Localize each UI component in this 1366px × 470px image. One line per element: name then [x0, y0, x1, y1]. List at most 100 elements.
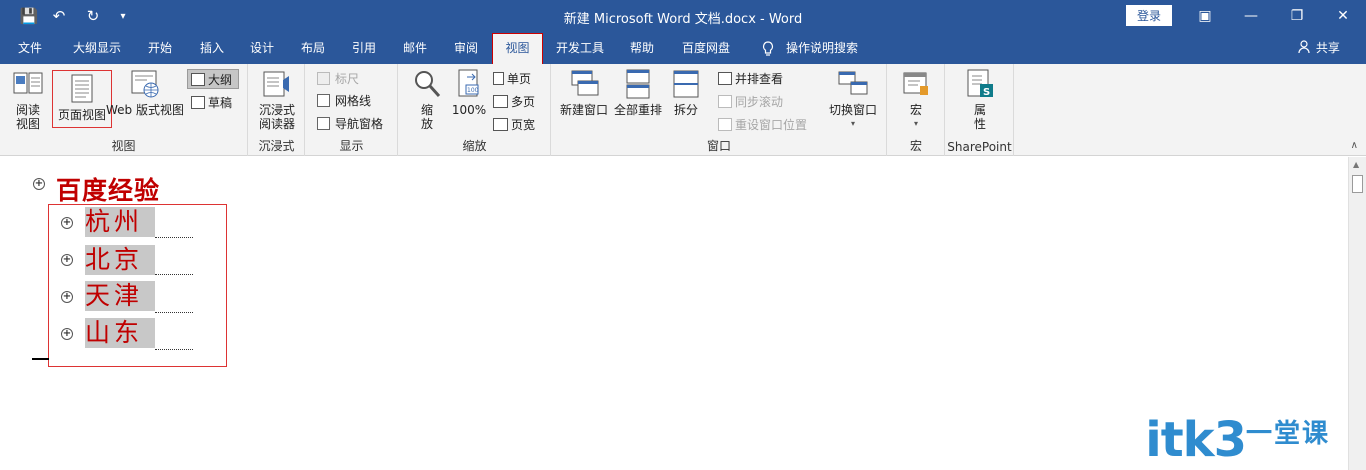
save-icon[interactable]: 💾 — [18, 6, 40, 26]
read-mode-button[interactable]: 阅读 视图 — [10, 68, 46, 131]
tab-mailings[interactable]: 邮件 — [393, 32, 437, 64]
multiple-pages-button[interactable]: 多页 — [493, 92, 535, 110]
properties-label-2: 性 — [973, 117, 986, 131]
sharepoint-properties-icon: S — [967, 69, 993, 98]
outline-label: 大纲 — [208, 72, 233, 87]
share-button[interactable]: 共享 — [1298, 32, 1340, 64]
split-button[interactable]: 拆分 — [668, 68, 704, 117]
switch-windows-button[interactable]: 切换窗口 ▾ — [822, 68, 884, 131]
ribbon: 阅读 视图 页面视图 Web 版式视图 大纲 草稿 视图 沉浸式 阅读器 沉浸式 — [0, 64, 1366, 156]
group-views: 阅读 视图 页面视图 Web 版式视图 大纲 草稿 视图 — [0, 64, 248, 156]
gridlines-label: 网格线 — [335, 93, 372, 108]
tab-review[interactable]: 审阅 — [444, 32, 488, 64]
collapsed-content-indicator — [155, 274, 193, 275]
collapsed-content-indicator — [155, 349, 193, 350]
undo-icon[interactable]: ↶ — [48, 6, 70, 26]
multiple-pages-label: 多页 — [511, 94, 536, 109]
view-side-by-side-button[interactable]: 并排查看 — [718, 69, 783, 87]
navigation-pane-check-icon — [317, 116, 330, 130]
close-icon[interactable]: ✕ — [1320, 0, 1366, 32]
expand-heading-icon[interactable]: + — [61, 217, 73, 229]
chevron-down-icon: ▾ — [913, 119, 918, 128]
side-by-side-icon — [718, 71, 732, 85]
reset-window-position-button[interactable]: 重设窗口位置 — [718, 115, 807, 133]
ruler-label: 标尺 — [335, 71, 360, 86]
reset-position-icon — [718, 117, 732, 131]
tab-help[interactable]: 帮助 — [620, 32, 664, 64]
properties-button[interactable]: S 属 性 — [962, 68, 998, 131]
expand-heading-icon[interactable]: + — [33, 178, 45, 190]
tab-references[interactable]: 引用 — [342, 32, 386, 64]
expand-heading-icon[interactable]: + — [61, 328, 73, 340]
tell-me-search[interactable]: 操作说明搜索 — [782, 32, 862, 64]
page-width-button[interactable]: 页宽 — [493, 115, 535, 133]
tab-baidu-netdisk[interactable]: 百度网盘 — [676, 32, 736, 64]
navigation-pane-checkbox[interactable]: 导航窗格 — [317, 114, 383, 132]
page-width-label: 页宽 — [511, 117, 536, 132]
web-layout-label: Web 版式视图 — [106, 103, 184, 117]
synchronous-scrolling-button[interactable]: 同步滚动 — [718, 92, 783, 110]
tab-outlining[interactable]: 大纲显示 — [64, 32, 130, 64]
end-of-document-marker — [32, 358, 49, 360]
print-layout-button[interactable]: 页面视图 — [52, 70, 112, 128]
minimize-icon[interactable]: — — [1228, 0, 1274, 32]
collapse-ribbon-icon[interactable]: ∧ — [1351, 140, 1358, 151]
draft-view-button[interactable]: 草稿 — [191, 93, 232, 111]
outline-heading-2[interactable]: 山东 — [85, 318, 155, 348]
vertical-scrollbar[interactable]: ▲ — [1348, 157, 1366, 470]
new-window-button[interactable]: 新建窗口 — [558, 68, 610, 117]
tab-home[interactable]: 开始 — [138, 32, 182, 64]
redo-icon[interactable]: ↻ — [82, 6, 104, 26]
reset-window-position-label: 重设窗口位置 — [735, 117, 808, 132]
draft-icon — [191, 95, 205, 109]
customize-qat-icon[interactable]: ▾ — [112, 6, 134, 26]
outline-view-button[interactable]: 大纲 — [187, 69, 239, 89]
navigation-pane-label: 导航窗格 — [335, 116, 384, 131]
title-bar: 💾 ↶ ↻ ▾ 新建 Microsoft Word 文档.docx - Word… — [0, 0, 1366, 32]
gridlines-checkbox[interactable]: 网格线 — [317, 91, 371, 109]
outline-heading-2[interactable]: 天津 — [85, 281, 155, 311]
ruler-checkbox[interactable]: 标尺 — [317, 69, 359, 87]
page-width-icon — [493, 117, 508, 131]
watermark-brand: itk3 — [1145, 412, 1247, 468]
tab-view[interactable]: 视图 — [492, 33, 543, 64]
web-layout-button[interactable]: Web 版式视图 — [104, 68, 186, 117]
person-icon — [1298, 32, 1312, 64]
immersive-reader-button[interactable]: 沉浸式 阅读器 — [255, 68, 299, 131]
lightbulb-icon[interactable] — [758, 32, 778, 64]
group-immersive: 沉浸式 阅读器 沉浸式 — [249, 64, 305, 156]
outline-heading-2[interactable]: 北京 — [85, 245, 155, 275]
new-window-icon — [571, 70, 599, 96]
tab-insert[interactable]: 插入 — [190, 32, 234, 64]
arrange-all-icon — [626, 69, 650, 99]
zoom-100-button[interactable]: 100 100% — [451, 68, 487, 117]
watermark-logo: itk3一堂课 — [1145, 412, 1330, 468]
tab-layout[interactable]: 布局 — [291, 32, 335, 64]
ribbon-display-options-icon[interactable]: ▣ — [1182, 0, 1228, 32]
macros-button[interactable]: 宏 ▾ — [898, 68, 934, 131]
outline-heading-1[interactable]: 百度经验 — [56, 171, 160, 207]
scroll-up-icon[interactable]: ▲ — [1353, 160, 1359, 169]
group-sharepoint: S 属 性 SharePoint — [946, 64, 1014, 156]
tab-developer[interactable]: 开发工具 — [550, 32, 610, 64]
one-page-button[interactable]: 单页 — [493, 69, 531, 87]
arrange-all-button[interactable]: 全部重排 — [612, 68, 664, 117]
document-area[interactable]: + 百度经验 + 杭州 + 北京 + 天津 + 山东 itk3一堂课 — [0, 157, 1348, 470]
restore-icon[interactable]: ❐ — [1274, 0, 1320, 32]
gridlines-check-icon — [317, 93, 330, 107]
sync-scroll-icon — [718, 94, 732, 108]
immersive-reader-icon — [263, 71, 289, 97]
outline-heading-2[interactable]: 杭州 — [85, 207, 155, 237]
scrollbar-thumb[interactable] — [1352, 175, 1363, 193]
zoom-button[interactable]: 缩 放 — [409, 68, 445, 131]
group-views-label: 视图 — [111, 139, 136, 153]
tab-design[interactable]: 设计 — [240, 32, 284, 64]
svg-text:100: 100 — [467, 87, 479, 94]
tab-file[interactable]: 文件 — [8, 32, 52, 64]
login-button[interactable]: 登录 — [1126, 5, 1172, 26]
group-sharepoint-label: SharePoint — [947, 140, 1012, 154]
expand-heading-icon[interactable]: + — [61, 291, 73, 303]
print-layout-icon — [71, 74, 93, 103]
group-macros-label: 宏 — [909, 139, 922, 153]
expand-heading-icon[interactable]: + — [61, 254, 73, 266]
